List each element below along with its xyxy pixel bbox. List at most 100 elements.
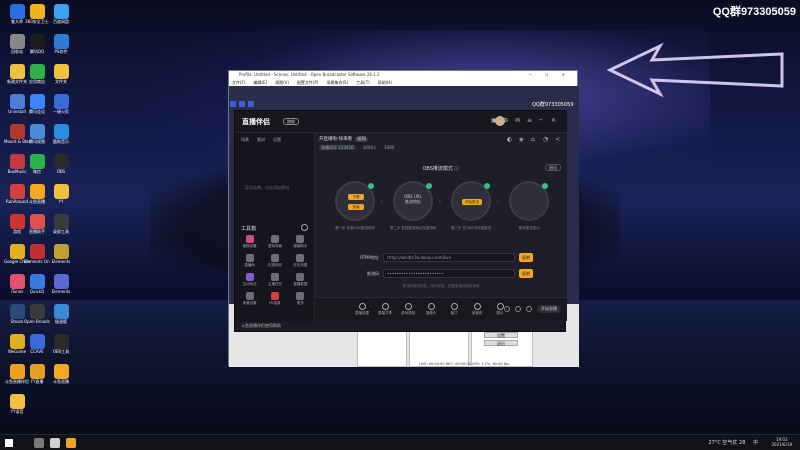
app-logo-badge[interactable]: 旗舰 — [283, 118, 299, 125]
taskbar-search-icon[interactable] — [34, 438, 44, 448]
desktop-icon[interactable]: Elements Online — [24, 244, 50, 269]
desktop-icon[interactable]: 一键火炬 — [48, 94, 74, 119]
gift-icon[interactable]: ◈ — [519, 137, 525, 143]
obs-menu-item[interactable]: 配置文件(P) — [297, 80, 319, 85]
toolbox-item[interactable]: 直播间 — [237, 254, 262, 268]
bottom-tool[interactable]: 屏幕共享 — [378, 303, 392, 316]
taskbar-task-view-icon[interactable] — [50, 438, 60, 448]
bottom-tool[interactable]: 多媒体 — [470, 303, 484, 316]
desktop-icon[interactable]: 百度网盘 — [48, 4, 74, 29]
toolbox-item[interactable]: 红包设置 — [288, 254, 313, 268]
desktop-icon[interactable]: 极速版 — [48, 304, 74, 329]
rtmp-input[interactable]: rtmp://sendtc3a.douyu.com/live — [383, 253, 515, 262]
desktop-icon[interactable]: 360安全卫士 — [24, 4, 50, 29]
bottom-tool[interactable]: 窗口 — [447, 303, 461, 316]
toolbox-item[interactable]: 美颜设置 — [237, 235, 262, 249]
desktop-icon[interactable]: 酷狗音乐 — [48, 124, 74, 149]
obs-menu-bar[interactable]: 文件(F) 编辑(E) 视图(V) 配置文件(P) 场景集合(S) 工具(T) 帮助(H) — [229, 79, 577, 86]
clock-icon[interactable] — [301, 224, 308, 231]
desktop-icon[interactable]: 斗鱼直播 — [48, 364, 74, 389]
menu-icon[interactable]: ≡ — [527, 118, 533, 124]
toolbox-item[interactable]: 更多 — [288, 292, 313, 306]
go-live-button[interactable]: 开始直播 — [537, 305, 561, 313]
mic-icon[interactable] — [504, 306, 510, 312]
obs-menu-item[interactable]: 帮助(H) — [378, 80, 392, 85]
obs-title-bar[interactable]: Profile: Untitled - Scenes: Untitled - O… — [229, 71, 577, 79]
desktop-icon[interactable]: Elements — [48, 274, 74, 299]
desktop-icon[interactable]: YY — [48, 184, 74, 209]
desktop-icon[interactable]: 斗鱼直播 — [24, 184, 50, 209]
desktop-icon[interactable]: QuickQ — [24, 274, 50, 299]
gear-icon[interactable] — [526, 306, 532, 312]
desktop-icon[interactable]: 文件夹 — [48, 64, 74, 89]
edit-title-button[interactable]: 编辑 — [355, 137, 369, 142]
bottom-tool-label: 窗口 — [450, 311, 458, 315]
streaming-app-window[interactable]: 直播伴侣 旗舰 ▣ ⚙ ✉ ≡ ─ ✕ 场景 素材 设置 暂无场景，点击添加素材 工… — [234, 110, 567, 332]
info-icon[interactable]: ⓘ — [455, 166, 460, 172]
mail-icon[interactable]: ✉ — [515, 118, 521, 124]
system-tray[interactable]: 27°C 空气优 28 中 — [708, 439, 758, 446]
toolbox-item[interactable]: PK连麦 — [262, 292, 287, 306]
toolbox-item[interactable]: 房管设置 — [237, 292, 262, 306]
desktop-icon[interactable]: 腾讯视频 — [24, 124, 50, 149]
desktop-icon[interactable]: Elements — [48, 244, 74, 269]
sidebar-tab[interactable]: 设置 — [273, 137, 281, 143]
exit-mode-button[interactable]: 退出 — [545, 164, 561, 171]
toolbox-item[interactable]: 虚拟背景 — [262, 235, 287, 249]
download-button[interactable]: 下载 — [348, 194, 364, 200]
desktop-icon[interactable]: OBS — [48, 154, 74, 179]
toolbox-item[interactable]: 直播数据 — [288, 273, 313, 287]
user-icon[interactable]: ◐ — [507, 137, 513, 143]
desktop-icon[interactable]: 微信 — [24, 154, 50, 179]
desktop-icon[interactable]: 录屏工具 — [48, 214, 74, 239]
toolbox-item[interactable]: 主播任务 — [262, 273, 287, 287]
desktop-icon[interactable]: YY语音 — [4, 394, 30, 419]
install-button[interactable]: 安装 — [348, 204, 364, 210]
app-icon — [53, 274, 69, 289]
desktop-icon[interactable]: 应用商店 — [24, 64, 50, 89]
bell-icon[interactable]: ◔ — [543, 137, 549, 143]
toolbox-item[interactable]: 弹幕助手 — [288, 235, 313, 249]
taskbar-clock[interactable]: 19:03 2021/6/19 — [771, 437, 792, 447]
minimize-icon[interactable]: ─ — [539, 118, 545, 124]
copy-rtmp-button[interactable]: 复制 — [519, 253, 533, 262]
toolbox-item[interactable]: 礼物特效 — [262, 254, 287, 268]
bottom-tool[interactable]: 游戏录制 — [401, 303, 415, 316]
bottom-tool[interactable]: 直播设置 — [355, 303, 369, 316]
close-icon[interactable]: ✕ — [551, 118, 557, 124]
sidebar-tab[interactable]: 素材 — [257, 137, 265, 143]
start-push-button[interactable]: 开始推流 — [462, 199, 482, 205]
sidebar-tabs[interactable]: 场景 素材 设置 — [235, 133, 314, 147]
sidebar-tab[interactable]: 场景 — [241, 137, 249, 143]
share-icon[interactable]: ≺ — [555, 137, 561, 143]
desktop-icon[interactable]: 直播助手 — [24, 214, 50, 239]
bottom-tool[interactable]: 摄像头 — [424, 303, 438, 316]
settings-icon[interactable]: ⚙ — [503, 118, 509, 124]
obs-menu-item[interactable]: 文件(F) — [232, 80, 245, 85]
sidebar-footer-link[interactable]: 斗鱼直播伴侣使用帮助 — [241, 323, 281, 329]
desktop-icon[interactable]: 腾讯QQ — [24, 34, 50, 59]
desktop-icon[interactable]: CCAVE — [24, 334, 50, 359]
speaker-icon[interactable] — [515, 306, 521, 312]
shirt-icon[interactable]: ▣ — [491, 118, 497, 124]
taskbar-douyu-icon[interactable] — [66, 438, 76, 448]
tool-icon — [245, 235, 254, 243]
desktop-icon[interactable]: 腾讯会议 — [24, 94, 50, 119]
obs-control-button[interactable]: 设置 — [484, 332, 518, 338]
toolbox-item[interactable]: 互动玩法 — [237, 273, 262, 287]
obs-control-button[interactable]: 退出 — [484, 340, 518, 346]
desktop-icon[interactable]: YY直播 — [24, 364, 50, 389]
home-icon[interactable]: ⌂ — [531, 137, 537, 143]
copy-code-button[interactable]: 复制 — [519, 269, 533, 278]
obs-menu-item[interactable]: 场景集合(S) — [326, 80, 348, 85]
desktop-icon[interactable]: OBS工具 — [48, 334, 74, 359]
desktop-icon[interactable]: Open Broadcaster — [24, 304, 50, 329]
stream-code-input[interactable]: •••••••••••••••••••••••• — [383, 269, 515, 278]
obs-menu-item[interactable]: 工具(T) — [356, 80, 370, 85]
obs-menu-item[interactable]: 编辑(E) — [253, 80, 267, 85]
desktop-icon[interactable]: PS软件 — [48, 34, 74, 59]
ime-indicator[interactable]: 中 — [753, 440, 758, 446]
obs-menu-item[interactable]: 视图(V) — [275, 80, 289, 85]
window-controls[interactable]: ─ ☐ ✕ — [529, 71, 571, 79]
windows-start-icon[interactable] — [5, 439, 13, 447]
